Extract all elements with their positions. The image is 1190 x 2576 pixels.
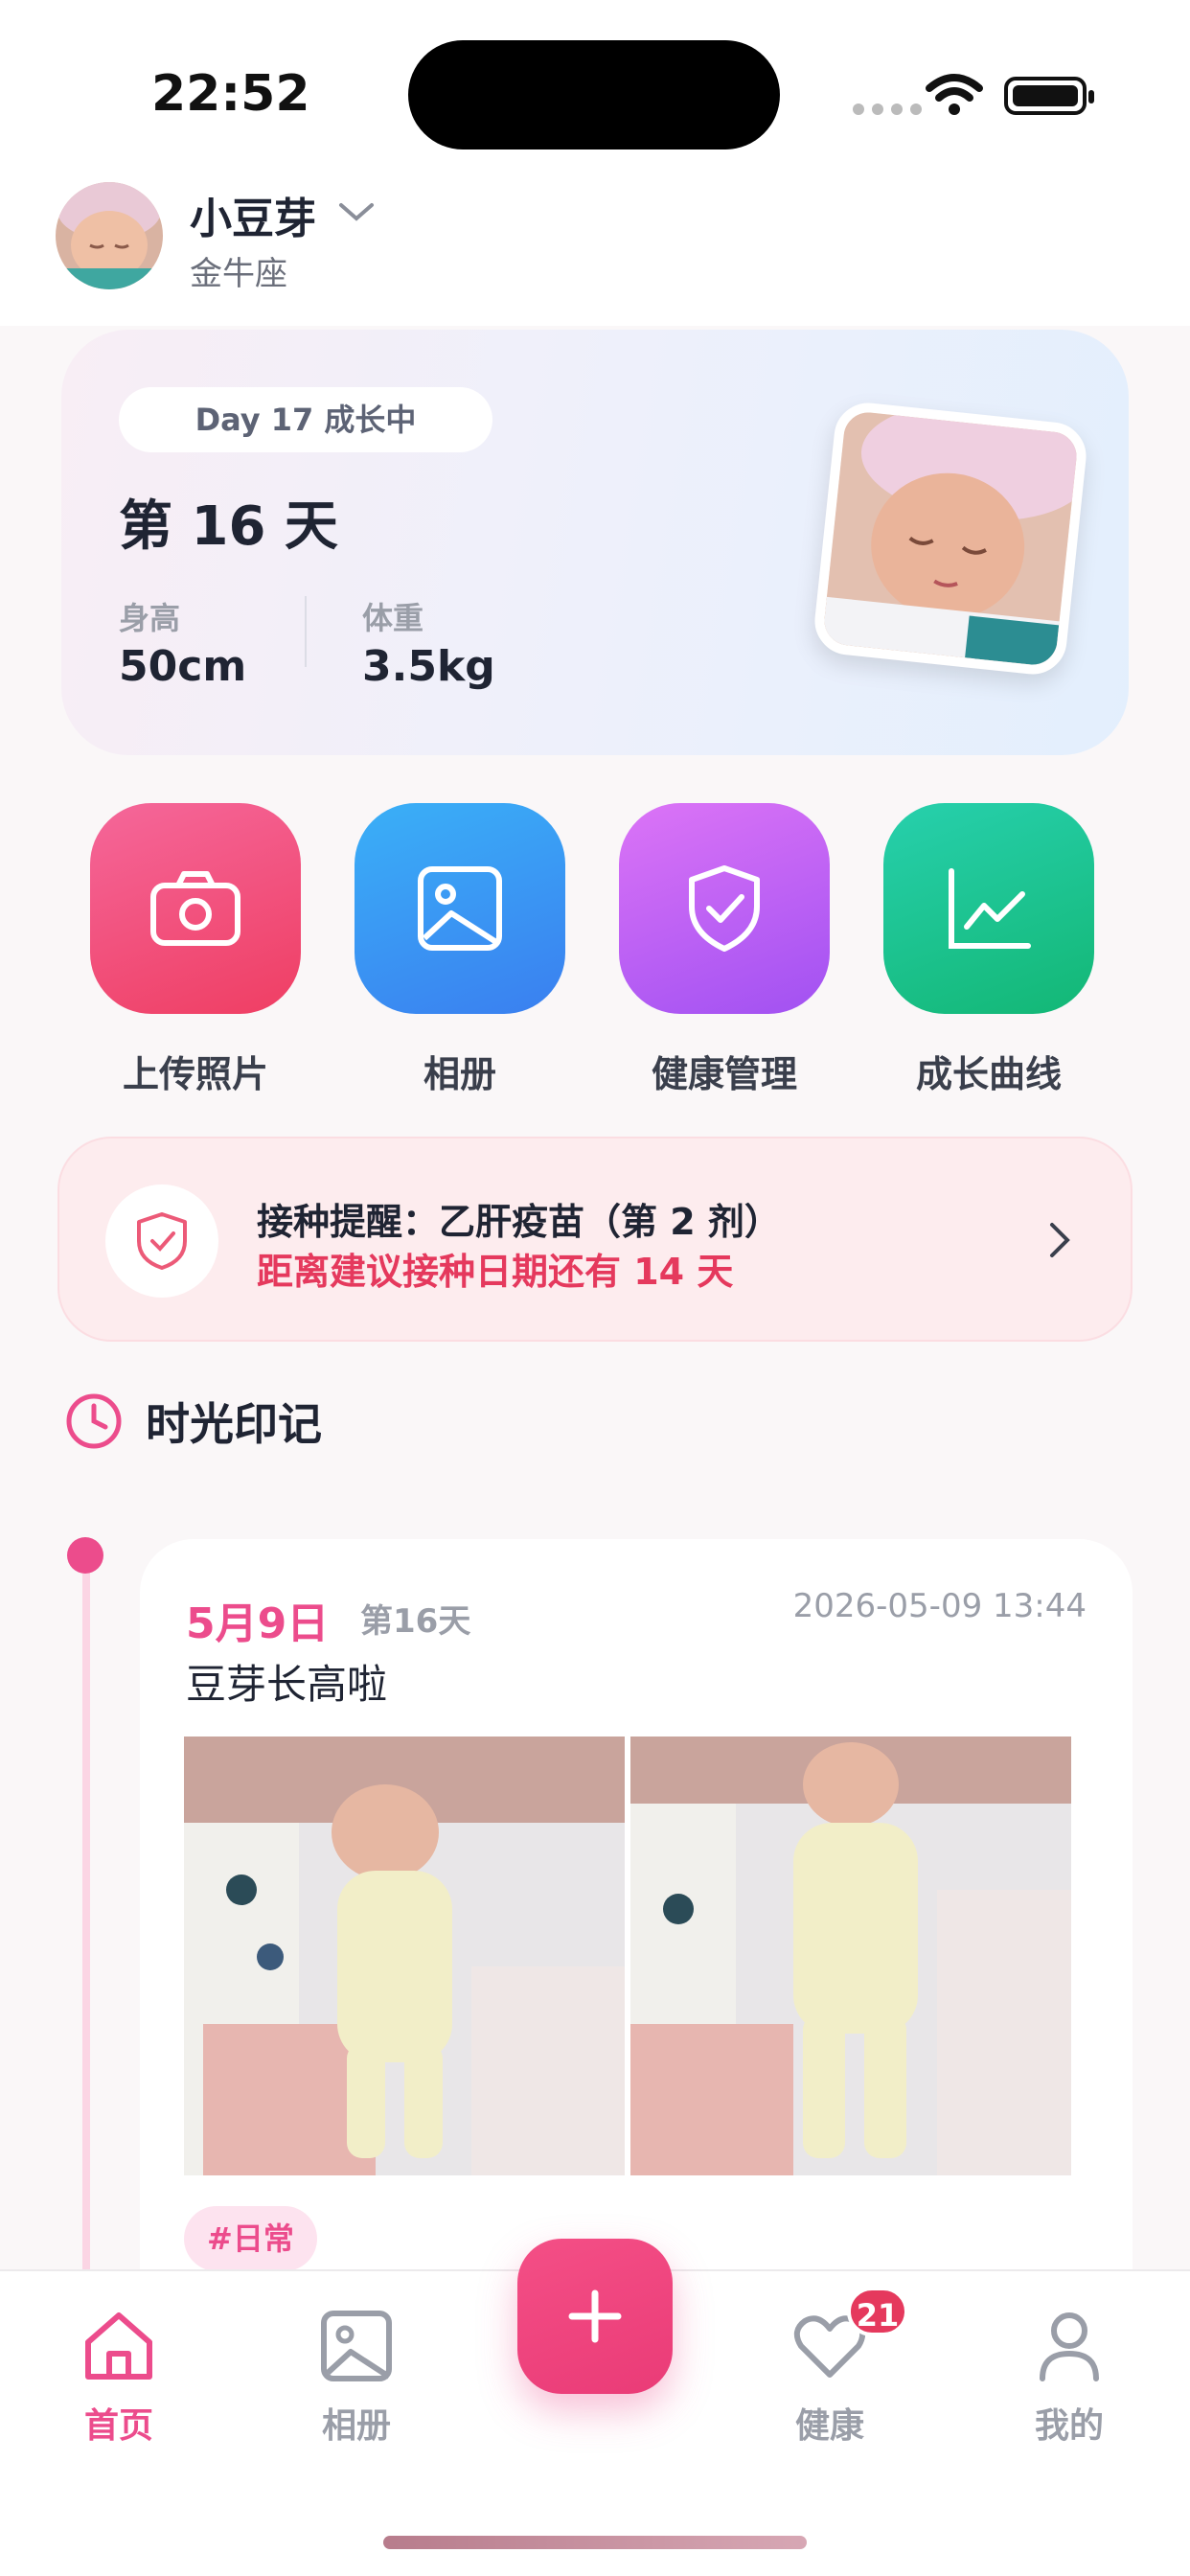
tab-album[interactable]: 相册 — [280, 2308, 433, 2448]
image-icon[interactable] — [355, 803, 565, 1014]
baby-name[interactable]: 小豆芽 — [190, 184, 316, 245]
section-title: 时光印记 — [146, 1398, 322, 1450]
action-label: 上传照片 — [122, 1053, 268, 1095]
tab-label: 健康 — [794, 2406, 864, 2446]
user-icon — [1040, 2312, 1099, 2381]
camera-icon[interactable] — [90, 803, 301, 1014]
height-value: 50cm — [119, 642, 247, 691]
avatar[interactable] — [56, 182, 163, 289]
chevron-right-icon[interactable] — [1046, 1221, 1073, 1259]
tab-profile[interactable]: 我的 — [993, 2308, 1146, 2448]
action-upload-photo[interactable]: 上传照片 — [90, 803, 301, 1095]
tab-label: 首页 — [83, 2406, 153, 2446]
action-label: 健康管理 — [651, 1053, 797, 1095]
clock-icon — [66, 1393, 122, 1449]
action-health[interactable]: 健康管理 — [619, 803, 830, 1095]
chevron-down-icon[interactable] — [337, 199, 376, 224]
shield-check-icon — [105, 1184, 218, 1298]
section-header: 时光印记 — [65, 1390, 322, 1453]
entry-title: 豆芽长高啦 — [186, 1661, 388, 1708]
baby-header[interactable]: 小豆芽 金牛座 — [0, 182, 1190, 326]
status-time: 22:52 — [151, 65, 310, 123]
timeline-dot — [67, 1537, 103, 1574]
tab-label: 我的 — [1034, 2406, 1104, 2446]
timeline-card[interactable]: 5月9日 第16天 2026-05-09 13:44 豆芽长高啦 #日常 — [140, 1539, 1133, 2325]
zodiac-label: 金牛座 — [190, 255, 287, 293]
action-album[interactable]: 相册 — [355, 803, 565, 1095]
metric-divider — [305, 596, 307, 667]
battery-icon — [1004, 77, 1094, 115]
wifi-icon — [926, 74, 983, 115]
weight-label: 体重 — [362, 600, 424, 636]
entry-day: 第16天 — [360, 1602, 471, 1641]
home-indicator — [383, 2536, 807, 2549]
chart-line-icon[interactable] — [883, 803, 1094, 1014]
entry-date: 5月9日 — [186, 1599, 330, 1648]
dynamic-island — [408, 40, 780, 150]
plus-icon — [568, 2289, 622, 2343]
action-label: 成长曲线 — [915, 1053, 1062, 1095]
day-pill: Day 17 成长中 — [119, 387, 492, 452]
entry-tag[interactable]: #日常 — [184, 2206, 317, 2271]
timeline-line — [82, 1552, 90, 2281]
tab-home[interactable]: 首页 — [42, 2308, 195, 2448]
shield-check-icon[interactable] — [619, 803, 830, 1014]
entry-photo[interactable] — [184, 1736, 625, 2175]
home-icon — [85, 2312, 152, 2380]
status-bar: 22:52 — [0, 0, 1190, 182]
reminder-subtitle: 距离建议接种日期还有 14 天 — [257, 1251, 734, 1293]
vaccination-reminder[interactable]: 接种提醒：乙肝疫苗（第 2 剂） 距离建议接种日期还有 14 天 — [57, 1137, 1133, 1342]
weight-value: 3.5kg — [362, 642, 495, 691]
height-label: 身高 — [119, 600, 181, 636]
notification-badge: 21 — [847, 2287, 908, 2336]
image-icon — [321, 2311, 392, 2381]
baby-photo[interactable] — [811, 399, 1090, 678]
entry-photo[interactable] — [630, 1736, 1071, 2175]
growth-hero-card: Day 17 成长中 第 16 天 身高 50cm 体重 3.5kg — [61, 330, 1129, 755]
tab-label: 相册 — [321, 2406, 391, 2446]
entry-timestamp: 2026-05-09 13:44 — [792, 1587, 1087, 1625]
reminder-title: 接种提醒：乙肝疫苗（第 2 剂） — [257, 1201, 781, 1243]
action-label: 相册 — [423, 1053, 496, 1095]
add-button[interactable] — [517, 2239, 673, 2394]
signal-icon — [853, 104, 922, 115]
day-title: 第 16 天 — [119, 495, 338, 558]
action-growth-curve[interactable]: 成长曲线 — [883, 803, 1094, 1095]
